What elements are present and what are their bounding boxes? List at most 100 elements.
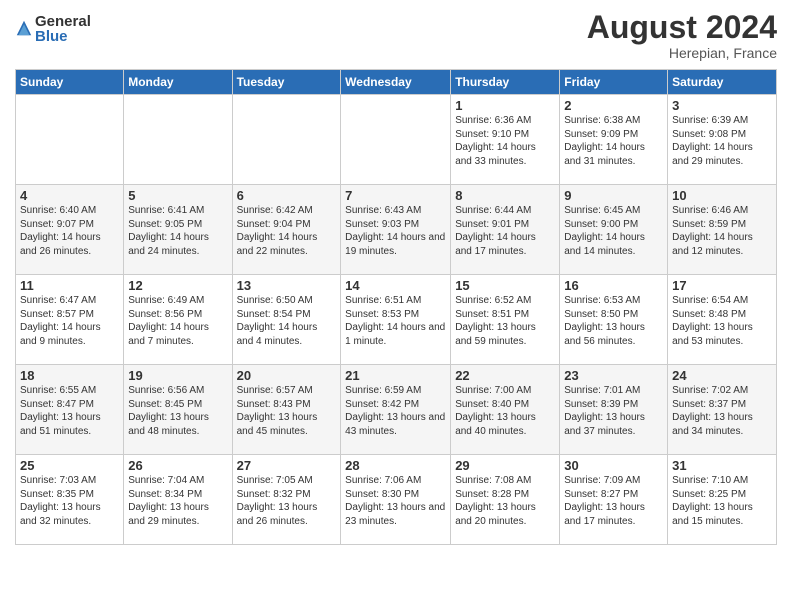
day-number: 17: [672, 278, 772, 293]
day-info: Sunrise: 6:52 AM Sunset: 8:51 PM Dayligh…: [455, 294, 555, 348]
day-number: 4: [20, 188, 119, 203]
calendar-cell: 23Sunrise: 7:01 AM Sunset: 8:39 PM Dayli…: [560, 365, 668, 455]
calendar: SundayMondayTuesdayWednesdayThursdayFrid…: [15, 69, 777, 545]
day-number: 31: [672, 458, 772, 473]
day-number: 19: [128, 368, 227, 383]
calendar-cell: 8Sunrise: 6:44 AM Sunset: 9:01 PM Daylig…: [451, 185, 560, 275]
calendar-cell: 16Sunrise: 6:53 AM Sunset: 8:50 PM Dayli…: [560, 275, 668, 365]
day-number: 12: [128, 278, 227, 293]
location: Herepian, France: [587, 45, 777, 61]
calendar-cell: 7Sunrise: 6:43 AM Sunset: 9:03 PM Daylig…: [341, 185, 451, 275]
day-header-saturday: Saturday: [668, 70, 777, 95]
day-number: 27: [237, 458, 337, 473]
day-info: Sunrise: 6:39 AM Sunset: 9:08 PM Dayligh…: [672, 114, 772, 168]
day-number: 18: [20, 368, 119, 383]
page: General Blue August 2024 Herepian, Franc…: [0, 0, 792, 560]
day-header-wednesday: Wednesday: [341, 70, 451, 95]
day-info: Sunrise: 6:51 AM Sunset: 8:53 PM Dayligh…: [345, 294, 446, 348]
calendar-cell: [16, 95, 124, 185]
calendar-cell: 4Sunrise: 6:40 AM Sunset: 9:07 PM Daylig…: [16, 185, 124, 275]
day-info: Sunrise: 6:53 AM Sunset: 8:50 PM Dayligh…: [564, 294, 663, 348]
calendar-cell: 3Sunrise: 6:39 AM Sunset: 9:08 PM Daylig…: [668, 95, 777, 185]
day-info: Sunrise: 7:01 AM Sunset: 8:39 PM Dayligh…: [564, 384, 663, 438]
calendar-cell: 30Sunrise: 7:09 AM Sunset: 8:27 PM Dayli…: [560, 455, 668, 545]
day-number: 10: [672, 188, 772, 203]
calendar-cell: 26Sunrise: 7:04 AM Sunset: 8:34 PM Dayli…: [124, 455, 232, 545]
calendar-cell: 15Sunrise: 6:52 AM Sunset: 8:51 PM Dayli…: [451, 275, 560, 365]
day-info: Sunrise: 6:54 AM Sunset: 8:48 PM Dayligh…: [672, 294, 772, 348]
calendar-header: SundayMondayTuesdayWednesdayThursdayFrid…: [16, 70, 777, 95]
day-number: 28: [345, 458, 446, 473]
day-header-thursday: Thursday: [451, 70, 560, 95]
day-number: 23: [564, 368, 663, 383]
calendar-cell: [341, 95, 451, 185]
day-info: Sunrise: 6:59 AM Sunset: 8:42 PM Dayligh…: [345, 384, 446, 438]
header: General Blue August 2024 Herepian, Franc…: [15, 10, 777, 61]
day-number: 5: [128, 188, 227, 203]
logo-general: General: [35, 14, 91, 29]
logo-icon: [15, 19, 33, 37]
calendar-cell: 17Sunrise: 6:54 AM Sunset: 8:48 PM Dayli…: [668, 275, 777, 365]
logo-text: General Blue: [35, 14, 91, 44]
week-row-3: 18Sunrise: 6:55 AM Sunset: 8:47 PM Dayli…: [16, 365, 777, 455]
day-info: Sunrise: 6:41 AM Sunset: 9:05 PM Dayligh…: [128, 204, 227, 258]
day-info: Sunrise: 7:09 AM Sunset: 8:27 PM Dayligh…: [564, 474, 663, 528]
calendar-cell: 29Sunrise: 7:08 AM Sunset: 8:28 PM Dayli…: [451, 455, 560, 545]
day-number: 8: [455, 188, 555, 203]
calendar-cell: 14Sunrise: 6:51 AM Sunset: 8:53 PM Dayli…: [341, 275, 451, 365]
day-info: Sunrise: 6:45 AM Sunset: 9:00 PM Dayligh…: [564, 204, 663, 258]
day-info: Sunrise: 6:40 AM Sunset: 9:07 PM Dayligh…: [20, 204, 119, 258]
day-number: 13: [237, 278, 337, 293]
day-number: 2: [564, 98, 663, 113]
day-number: 15: [455, 278, 555, 293]
calendar-body: 1Sunrise: 6:36 AM Sunset: 9:10 PM Daylig…: [16, 95, 777, 545]
week-row-2: 11Sunrise: 6:47 AM Sunset: 8:57 PM Dayli…: [16, 275, 777, 365]
day-info: Sunrise: 7:08 AM Sunset: 8:28 PM Dayligh…: [455, 474, 555, 528]
day-header-monday: Monday: [124, 70, 232, 95]
calendar-cell: 20Sunrise: 6:57 AM Sunset: 8:43 PM Dayli…: [232, 365, 341, 455]
calendar-cell: 24Sunrise: 7:02 AM Sunset: 8:37 PM Dayli…: [668, 365, 777, 455]
day-info: Sunrise: 7:00 AM Sunset: 8:40 PM Dayligh…: [455, 384, 555, 438]
calendar-cell: 28Sunrise: 7:06 AM Sunset: 8:30 PM Dayli…: [341, 455, 451, 545]
day-info: Sunrise: 7:04 AM Sunset: 8:34 PM Dayligh…: [128, 474, 227, 528]
day-number: 11: [20, 278, 119, 293]
calendar-cell: 11Sunrise: 6:47 AM Sunset: 8:57 PM Dayli…: [16, 275, 124, 365]
calendar-cell: 1Sunrise: 6:36 AM Sunset: 9:10 PM Daylig…: [451, 95, 560, 185]
week-row-4: 25Sunrise: 7:03 AM Sunset: 8:35 PM Dayli…: [16, 455, 777, 545]
header-row: SundayMondayTuesdayWednesdayThursdayFrid…: [16, 70, 777, 95]
day-number: 21: [345, 368, 446, 383]
day-number: 20: [237, 368, 337, 383]
day-info: Sunrise: 6:50 AM Sunset: 8:54 PM Dayligh…: [237, 294, 337, 348]
day-info: Sunrise: 6:43 AM Sunset: 9:03 PM Dayligh…: [345, 204, 446, 258]
day-number: 1: [455, 98, 555, 113]
day-info: Sunrise: 6:47 AM Sunset: 8:57 PM Dayligh…: [20, 294, 119, 348]
calendar-cell: 10Sunrise: 6:46 AM Sunset: 8:59 PM Dayli…: [668, 185, 777, 275]
day-number: 29: [455, 458, 555, 473]
calendar-cell: 9Sunrise: 6:45 AM Sunset: 9:00 PM Daylig…: [560, 185, 668, 275]
day-number: 3: [672, 98, 772, 113]
logo: General Blue: [15, 10, 91, 44]
day-number: 14: [345, 278, 446, 293]
day-info: Sunrise: 6:49 AM Sunset: 8:56 PM Dayligh…: [128, 294, 227, 348]
day-info: Sunrise: 7:03 AM Sunset: 8:35 PM Dayligh…: [20, 474, 119, 528]
day-info: Sunrise: 7:10 AM Sunset: 8:25 PM Dayligh…: [672, 474, 772, 528]
logo-blue: Blue: [35, 29, 91, 44]
calendar-cell: 21Sunrise: 6:59 AM Sunset: 8:42 PM Dayli…: [341, 365, 451, 455]
calendar-cell: 22Sunrise: 7:00 AM Sunset: 8:40 PM Dayli…: [451, 365, 560, 455]
day-number: 6: [237, 188, 337, 203]
day-info: Sunrise: 6:42 AM Sunset: 9:04 PM Dayligh…: [237, 204, 337, 258]
calendar-cell: 5Sunrise: 6:41 AM Sunset: 9:05 PM Daylig…: [124, 185, 232, 275]
day-info: Sunrise: 6:44 AM Sunset: 9:01 PM Dayligh…: [455, 204, 555, 258]
day-info: Sunrise: 6:36 AM Sunset: 9:10 PM Dayligh…: [455, 114, 555, 168]
day-number: 16: [564, 278, 663, 293]
day-number: 30: [564, 458, 663, 473]
day-info: Sunrise: 6:38 AM Sunset: 9:09 PM Dayligh…: [564, 114, 663, 168]
day-number: 7: [345, 188, 446, 203]
calendar-cell: [232, 95, 341, 185]
day-number: 9: [564, 188, 663, 203]
title-area: August 2024 Herepian, France: [587, 10, 777, 61]
calendar-cell: 6Sunrise: 6:42 AM Sunset: 9:04 PM Daylig…: [232, 185, 341, 275]
day-number: 22: [455, 368, 555, 383]
day-info: Sunrise: 6:57 AM Sunset: 8:43 PM Dayligh…: [237, 384, 337, 438]
day-number: 24: [672, 368, 772, 383]
